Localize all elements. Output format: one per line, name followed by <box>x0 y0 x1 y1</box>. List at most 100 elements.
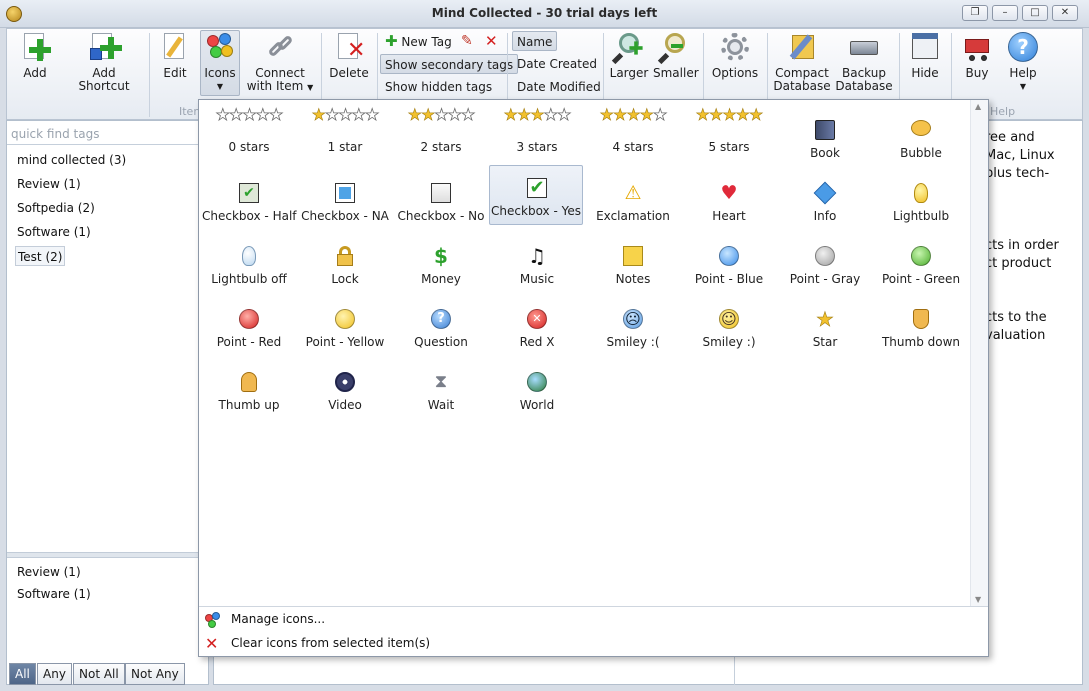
hourglass-icon: ⧗ <box>434 371 448 392</box>
gear-icon <box>719 31 751 63</box>
filter-all-button[interactable]: All <box>9 663 36 685</box>
delete-button[interactable]: ✕ Delete <box>325 31 373 80</box>
rating-1-star[interactable]: ★★★★★ 1 star <box>298 100 392 160</box>
icon-option-checkbox-yes[interactable]: ✔ Checkbox - Yes <box>489 165 583 225</box>
icon-option-heart[interactable]: ♥ Heart <box>682 169 776 229</box>
add-icon <box>19 31 51 63</box>
checkbox-checked-icon: ✔ <box>527 178 547 198</box>
manage-icons-menu-item[interactable]: Manage icons... <box>205 609 325 629</box>
add-shortcut-button[interactable]: Add Shortcut <box>65 31 143 93</box>
options-button[interactable]: Options <box>707 31 763 80</box>
icon-option-point-blue[interactable]: Point - Blue <box>682 232 776 292</box>
icon-option-world[interactable]: World <box>490 358 584 418</box>
sidebar-splitter[interactable] <box>7 552 208 558</box>
connect-with-item-button[interactable]: Connect with Item ▼ <box>245 31 315 94</box>
clear-icons-menu-item[interactable]: ✕ Clear icons from selected item(s) <box>205 633 430 653</box>
help-button[interactable]: ? Help ▼ <box>1001 31 1045 93</box>
edit-button[interactable]: Edit <box>153 31 197 80</box>
icons-button[interactable]: Icons ▼ <box>200 30 240 96</box>
restore-icon[interactable]: ❐ <box>962 5 988 21</box>
show-hidden-tags-toggle[interactable]: Show hidden tags <box>381 77 496 97</box>
buy-button[interactable]: Buy <box>955 31 999 80</box>
delete-tag-icon[interactable]: ✕ <box>481 31 502 51</box>
smaller-button[interactable]: Smaller <box>653 31 699 80</box>
icons-dropdown-menu: ▲ ▼ ★★★★★ 0 stars ★★★★★ 1 star ★★★★★ 2 s… <box>198 99 989 657</box>
icon-option-money[interactable]: $ Money <box>394 232 488 292</box>
close-button[interactable]: ✕ <box>1052 5 1078 21</box>
thumb-down-icon <box>913 309 929 329</box>
show-secondary-tags-toggle[interactable]: Show secondary tags <box>380 54 519 74</box>
filter-not-all-button[interactable]: Not All <box>73 663 125 685</box>
sort-by-date-modified-button[interactable]: Date Modified <box>513 77 605 97</box>
icon-option-point-gray[interactable]: Point - Gray <box>778 232 872 292</box>
icon-option-question[interactable]: ? Question <box>394 295 488 355</box>
shopping-cart-icon <box>961 31 993 63</box>
globe-icon <box>527 372 547 392</box>
speech-bubble-icon <box>911 120 931 136</box>
item-description-line: ct product <box>985 256 1052 271</box>
tag-item-selected[interactable]: Test (2) <box>15 246 66 266</box>
tag-item[interactable]: Software (1) <box>15 222 93 242</box>
filter-not-any-button[interactable]: Not Any <box>125 663 185 685</box>
tag-item[interactable]: mind collected (3) <box>15 150 128 170</box>
new-tag-button[interactable]: ✚ New Tag <box>381 31 456 51</box>
scroll-up-icon[interactable]: ▲ <box>975 102 981 111</box>
maximize-button[interactable]: □ <box>1022 5 1048 21</box>
icon-option-checkbox-no[interactable]: Checkbox - No <box>394 169 488 229</box>
rating-2-stars[interactable]: ★★★★★ 2 stars <box>394 100 488 160</box>
add-button[interactable]: Add <box>11 31 59 80</box>
quick-find-tags-input[interactable]: quick find tags <box>7 123 208 145</box>
icon-option-lightbulb-off[interactable]: Lightbulb off <box>202 232 296 292</box>
icon-option-thumb-down[interactable]: Thumb down <box>874 295 968 355</box>
hard-drive-icon <box>848 31 880 63</box>
icon-option-bubble[interactable]: Bubble <box>874 106 968 166</box>
icon-option-wait[interactable]: ⧗ Wait <box>394 358 488 418</box>
icon-option-book[interactable]: Book <box>778 106 872 166</box>
icon-option-smiley-happy[interactable]: ☺ Smiley :) <box>682 295 776 355</box>
rename-tag-icon[interactable]: ✎ <box>457 31 477 51</box>
sort-by-name-button[interactable]: Name <box>512 31 558 51</box>
icon-option-lightbulb[interactable]: Lightbulb <box>874 169 968 229</box>
sticky-note-icon <box>623 246 643 266</box>
icon-option-thumb-up[interactable]: Thumb up <box>202 358 296 418</box>
rating-0-stars[interactable]: ★★★★★ 0 stars <box>202 100 296 160</box>
sort-by-date-created-button[interactable]: Date Created <box>513 54 601 74</box>
icon-option-exclamation[interactable]: ⚠ Exclamation <box>586 169 680 229</box>
icon-option-lock[interactable]: Lock <box>298 232 392 292</box>
icon-option-music[interactable]: ♫ Music <box>490 232 584 292</box>
icon-option-point-green[interactable]: Point - Green <box>874 232 968 292</box>
icon-option-star[interactable]: ★ Star <box>778 295 872 355</box>
item-description-line: cts to the <box>985 310 1047 325</box>
larger-button[interactable]: Larger <box>607 31 651 80</box>
rating-3-stars[interactable]: ★★★★★ 3 stars <box>490 100 584 160</box>
minimize-button[interactable]: – <box>992 5 1018 21</box>
rating-5-stars[interactable]: ★★★★★ 5 stars <box>682 100 776 160</box>
window-hide-icon <box>909 31 941 63</box>
hide-button[interactable]: Hide <box>903 31 947 80</box>
icon-option-notes[interactable]: Notes <box>586 232 680 292</box>
chevron-down-icon: ▼ <box>307 83 314 92</box>
secondary-tag-item[interactable]: Review (1) <box>15 562 83 582</box>
gray-dot-icon <box>815 246 835 266</box>
icon-option-checkbox-half[interactable]: ✔ Checkbox - Half <box>202 169 297 229</box>
tag-item[interactable]: Softpedia (2) <box>15 198 97 218</box>
tag-item[interactable]: Review (1) <box>15 174 83 194</box>
smiley-face-icon: ☺ <box>719 309 739 329</box>
rating-4-stars[interactable]: ★★★★★ 4 stars <box>586 100 680 160</box>
stars-icon: ★★★★★ <box>599 105 667 124</box>
filter-any-button[interactable]: Any <box>37 663 72 685</box>
dropdown-scrollbar[interactable]: ▲ ▼ <box>970 100 988 606</box>
icon-option-checkbox-na[interactable]: Checkbox - NA <box>298 169 392 229</box>
ribbon-group-label-help: Help <box>990 105 1016 118</box>
icon-option-smiley-sad[interactable]: ☹ Smiley :( <box>586 295 680 355</box>
add-shortcut-icon <box>88 31 122 63</box>
icon-option-point-yellow[interactable]: Point - Yellow <box>298 295 392 355</box>
icon-option-red-x[interactable]: ✕ Red X <box>490 295 584 355</box>
secondary-tag-item[interactable]: Software (1) <box>15 584 93 604</box>
icon-option-point-red[interactable]: Point - Red <box>202 295 296 355</box>
icon-option-video[interactable]: Video <box>298 358 392 418</box>
compact-database-button[interactable]: Compact Database <box>771 31 833 93</box>
scroll-down-icon[interactable]: ▼ <box>975 595 981 604</box>
icon-option-info[interactable]: Info <box>778 169 872 229</box>
backup-database-button[interactable]: Backup Database <box>835 31 893 93</box>
